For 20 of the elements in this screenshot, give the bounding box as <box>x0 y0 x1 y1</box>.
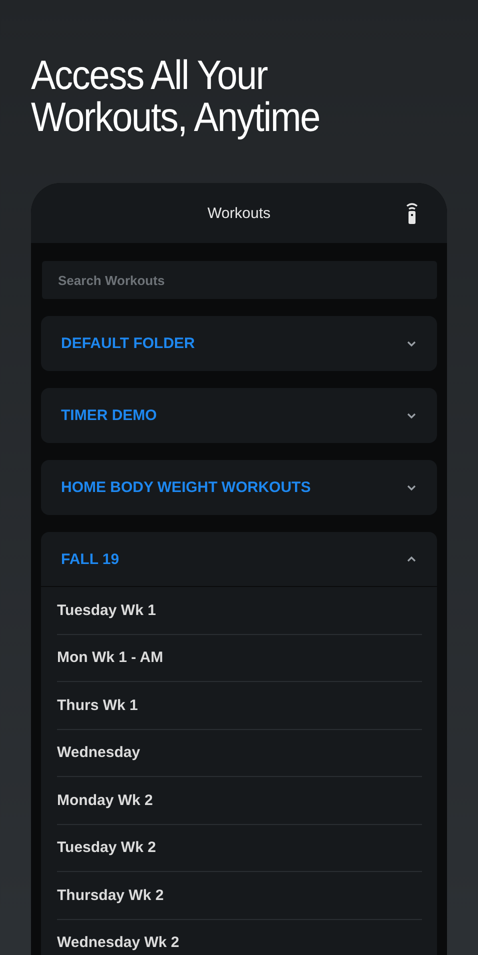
folder-title[interactable]: TIMER DEMO <box>61 407 157 424</box>
workout-item[interactable]: Thursday Wk 2 <box>57 886 164 904</box>
workout-item[interactable]: Monday Wk 2 <box>57 792 153 809</box>
remote-icon[interactable] <box>405 202 419 224</box>
workout-item[interactable]: Wednesday <box>57 744 140 762</box>
chevron-up-icon[interactable] <box>407 556 416 562</box>
screen-title: Workouts <box>207 204 271 222</box>
chevron-down-icon[interactable] <box>407 340 416 346</box>
folder-title[interactable]: HOME BODY WEIGHT WORKOUTS <box>61 479 311 496</box>
headline: Access All Your Workouts, Anytime <box>31 54 321 138</box>
workout-item[interactable]: Tuesday Wk 2 <box>57 839 156 856</box>
workout-item[interactable]: Tuesday Wk 1 <box>57 602 156 619</box>
folder-title[interactable]: FALL 19 <box>61 550 120 568</box>
folder-title[interactable]: DEFAULT FOLDER <box>61 335 195 352</box>
chevron-down-icon[interactable] <box>407 412 416 418</box>
chevron-down-icon[interactable] <box>407 484 416 490</box>
workout-item[interactable]: Mon Wk 1 - AM <box>57 649 164 666</box>
search-field[interactable]: Search Workouts <box>42 261 437 299</box>
workout-item[interactable]: Thurs Wk 1 <box>57 696 138 714</box>
workout-item[interactable]: Wednesday Wk 2 <box>57 934 180 952</box>
